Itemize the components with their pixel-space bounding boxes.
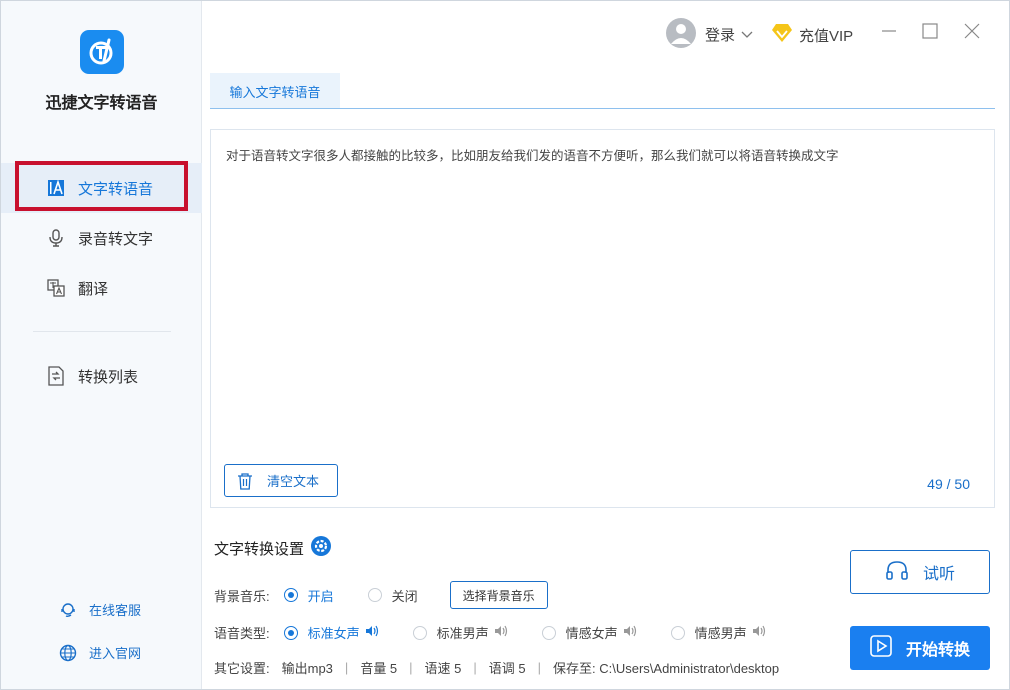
- radio-dot: [283, 625, 298, 640]
- close-icon: [964, 23, 980, 44]
- voice-type-label: 语音类型:: [214, 626, 270, 641]
- play-icon: [870, 634, 892, 662]
- sidebar-item-label: 翻译: [78, 280, 109, 298]
- vip-recharge-button[interactable]: 充值VIP: [771, 23, 853, 47]
- voice-type-row: 语音类型: 标准女声 标准男声 情感女声 情感男声: [214, 623, 766, 642]
- separator: |: [473, 660, 477, 675]
- tab-text-to-speech[interactable]: 输入文字转语音: [210, 73, 340, 109]
- preview-listen-button[interactable]: 试听: [850, 550, 990, 594]
- speaker-icon[interactable]: [623, 625, 637, 640]
- start-convert-label: 开始转换: [905, 642, 970, 659]
- app-logo-icon: [80, 30, 124, 74]
- sidebar-item-text-to-speech[interactable]: 文字转语音: [1, 163, 202, 213]
- radio-label: 开启: [307, 588, 334, 604]
- speed-value[interactable]: 语速 5: [425, 658, 462, 677]
- online-service-link[interactable]: 在线客服: [59, 600, 141, 619]
- start-convert-button[interactable]: 开始转换: [850, 626, 990, 670]
- maximize-icon: [922, 22, 938, 44]
- avatar[interactable]: [666, 18, 696, 48]
- text-input-area[interactable]: 对于语音转文字很多人都接触的比较多，比如朋友给我们发的语音不方便听，那么我们就可…: [210, 129, 995, 508]
- voice-standard-male-radio[interactable]: 标准男声: [412, 623, 508, 642]
- app-window: 迅捷文字转语音 文字转语音 录音转文字 翻译 转换列表 在线客服 进入官网 登录…: [0, 0, 1010, 690]
- sidebar-item-label: 转换列表: [78, 368, 139, 386]
- radio-label: 标准男声: [436, 626, 489, 641]
- globe-icon: [59, 644, 77, 662]
- login-button[interactable]: 登录: [705, 24, 753, 45]
- radio-label: 关闭: [391, 588, 418, 604]
- radio-label: 情感女声: [565, 626, 618, 641]
- bg-music-label: 背景音乐:: [214, 588, 270, 604]
- pitch-value[interactable]: 语调 5: [489, 658, 526, 677]
- voice-emotional-male-radio[interactable]: 情感男声: [670, 623, 766, 642]
- text-a-icon: [46, 178, 66, 198]
- select-bg-music-button[interactable]: 选择背景音乐: [449, 581, 548, 609]
- bg-music-on-radio[interactable]: 开启: [283, 586, 334, 605]
- voice-standard-female-radio[interactable]: 标准女声: [283, 623, 379, 642]
- voice-emotional-female-radio[interactable]: 情感女声: [541, 623, 637, 642]
- sidebar-divider: [33, 331, 171, 332]
- char-counter: 49 / 50: [927, 476, 970, 492]
- chevron-down-icon: [741, 26, 753, 43]
- app-name: 迅捷文字转语音: [45, 95, 158, 112]
- other-settings-label: 其它设置:: [214, 661, 270, 676]
- volume-value[interactable]: 音量 5: [360, 658, 397, 677]
- radio-dot: [283, 588, 298, 602]
- title-bar: 登录 充值VIP: [203, 1, 1009, 63]
- close-button[interactable]: [960, 21, 984, 45]
- sidebar-item-label: 录音转文字: [78, 230, 154, 248]
- sidebar-item-speech-to-text[interactable]: 录音转文字: [1, 213, 202, 263]
- radio-dot: [367, 588, 382, 602]
- list-convert-icon: [46, 366, 66, 386]
- microphone-icon: [46, 228, 66, 248]
- clear-text-label: 清空文本: [267, 474, 320, 489]
- speaker-icon[interactable]: [494, 625, 508, 640]
- gear-icon[interactable]: [310, 535, 332, 561]
- bg-music-row: 背景音乐: 开启 关闭 选择背景音乐: [214, 581, 548, 609]
- minimize-icon: [881, 23, 897, 44]
- sidebar-item-translate[interactable]: 翻译: [1, 263, 202, 313]
- headphones-icon: [885, 559, 909, 586]
- diamond-icon: [771, 23, 793, 47]
- separator: |: [344, 660, 349, 675]
- online-service-label: 在线客服: [89, 603, 142, 618]
- radio-dot: [670, 625, 685, 640]
- output-format-value[interactable]: 输出mp3: [282, 658, 333, 677]
- separator: |: [409, 660, 413, 675]
- preview-listen-label: 试听: [922, 566, 955, 583]
- login-label: 登录: [705, 27, 736, 44]
- official-site-label: 进入官网: [89, 646, 142, 661]
- translate-icon: [46, 278, 66, 298]
- radio-dot: [541, 625, 556, 640]
- radio-dot: [412, 625, 427, 640]
- bg-music-off-radio[interactable]: 关闭: [367, 586, 418, 605]
- separator: |: [537, 660, 542, 675]
- vip-label: 充值VIP: [799, 27, 854, 45]
- settings-title: 文字转换设置: [214, 535, 332, 561]
- sidebar-item-label: 文字转语音: [78, 180, 154, 198]
- clear-text-button[interactable]: 清空文本: [224, 464, 338, 497]
- tab-underline: [210, 108, 995, 109]
- other-settings-row: 其它设置: 输出mp3 | 音量 5 | 语速 5 | 语调 5 | 保存至: …: [214, 658, 779, 677]
- settings-title-label: 文字转换设置: [214, 540, 305, 558]
- trash-icon: [237, 472, 253, 490]
- customer-service-icon: [59, 601, 77, 619]
- speaker-icon[interactable]: [365, 625, 379, 640]
- sidebar-item-convert-list[interactable]: 转换列表: [1, 351, 202, 401]
- radio-label: 情感男声: [694, 626, 747, 641]
- radio-label: 标准女声: [307, 626, 360, 641]
- speaker-icon[interactable]: [752, 625, 766, 640]
- maximize-button[interactable]: [918, 21, 942, 45]
- sidebar: 迅捷文字转语音 文字转语音 录音转文字 翻译 转换列表 在线客服 进入官网: [1, 1, 202, 689]
- save-path-value[interactable]: 保存至: C:\Users\Administrator\desktop: [553, 658, 779, 677]
- input-text[interactable]: 对于语音转文字很多人都接触的比较多，比如朋友给我们发的语音不方便听，那么我们就可…: [226, 147, 976, 165]
- minimize-button[interactable]: [877, 21, 901, 45]
- official-site-link[interactable]: 进入官网: [59, 643, 141, 662]
